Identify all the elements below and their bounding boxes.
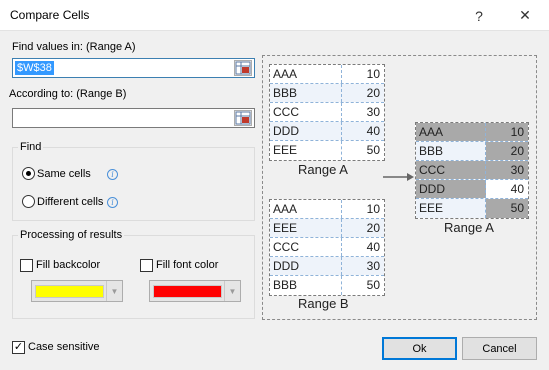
- table-row: BBB 50: [270, 276, 384, 295]
- preview-range-a-table: AAA 10 BBB 20 CCC 30 DDD 40 EEE 50: [269, 64, 385, 161]
- same-cells-radio[interactable]: [22, 167, 36, 181]
- table-row: EEE 50: [416, 199, 528, 218]
- range-b-picker-button[interactable]: [234, 110, 252, 126]
- table-row: EEE 20: [270, 219, 384, 238]
- cell: CCC: [270, 238, 342, 256]
- cell: CCC: [416, 161, 486, 179]
- cell: 30: [342, 257, 384, 275]
- close-icon: ✕: [519, 7, 531, 23]
- cell: 20: [342, 219, 384, 237]
- cell: 40: [342, 122, 384, 140]
- table-row: AAA 10: [270, 65, 384, 84]
- title-bar: Compare Cells ? ✕: [0, 0, 549, 31]
- table-row: DDD 30: [270, 257, 384, 276]
- table-row: AAA 10: [416, 123, 528, 142]
- cell: BBB: [270, 276, 342, 295]
- different-cells-label[interactable]: Different cells: [37, 196, 103, 208]
- cell: DDD: [270, 122, 342, 140]
- help-icon: ?: [475, 7, 483, 24]
- cell: AAA: [270, 65, 342, 83]
- preview-range-a-caption: Range A: [298, 162, 348, 177]
- check-icon: ✓: [13, 341, 24, 353]
- cell: CCC: [270, 103, 342, 121]
- table-row: CCC 30: [416, 161, 528, 180]
- fill-backcolor-checkbox[interactable]: [20, 259, 33, 272]
- table-row: BBB 20: [270, 84, 384, 103]
- cell: 50: [366, 278, 380, 292]
- preview-result-caption: Range A: [444, 220, 494, 235]
- range-picker-icon: [235, 111, 251, 125]
- font-color-picker[interactable]: ▼: [149, 280, 241, 302]
- radio-checked-indicator: [22, 167, 35, 180]
- cell: 20: [486, 142, 528, 160]
- cell: DDD: [270, 257, 342, 275]
- range-a-input[interactable]: $W$38: [12, 58, 255, 78]
- cell: 30: [486, 161, 528, 179]
- case-sensitive-checkbox[interactable]: ✓: [12, 341, 25, 354]
- table-row: DDD 40: [270, 122, 384, 141]
- fill-font-color-label[interactable]: Fill font color: [156, 259, 218, 271]
- cell: EEE: [270, 219, 342, 237]
- arrow-right-icon: [383, 173, 414, 181]
- help-button[interactable]: ?: [456, 0, 502, 31]
- radio-unchecked-indicator: [22, 195, 35, 208]
- chevron-down-icon[interactable]: ▼: [106, 281, 122, 301]
- different-cells-radio[interactable]: [22, 195, 36, 209]
- cell: 40: [366, 240, 380, 254]
- ok-button[interactable]: Ok: [382, 337, 457, 360]
- find-group: [12, 147, 255, 221]
- fill-font-color-checkbox[interactable]: [140, 259, 153, 272]
- processing-group-title: Processing of results: [18, 229, 125, 241]
- cell: 10: [366, 202, 380, 216]
- table-row: BBB 20: [416, 142, 528, 161]
- range-b-label: According to: (Range B): [9, 88, 127, 100]
- cancel-button[interactable]: Cancel: [462, 337, 537, 360]
- cell: 50: [486, 199, 528, 218]
- info-icon[interactable]: i: [107, 169, 118, 180]
- cell: BBB: [270, 84, 342, 102]
- info-icon[interactable]: i: [107, 197, 118, 208]
- range-picker-icon: [235, 61, 251, 75]
- find-group-title: Find: [18, 141, 44, 153]
- cell: 50: [366, 143, 380, 157]
- window-title: Compare Cells: [10, 8, 90, 22]
- table-row: DDD 40: [416, 180, 528, 199]
- range-a-label: Find values in: (Range A): [12, 41, 136, 53]
- preview-result-table: AAA 10 BBB 20 CCC 30 DDD 40 EEE 50: [415, 122, 529, 219]
- cell: 30: [366, 105, 380, 119]
- cell: 10: [486, 123, 528, 141]
- cell: BBB: [416, 142, 486, 160]
- cell: 20: [342, 84, 384, 102]
- case-sensitive-label[interactable]: Case sensitive: [28, 341, 100, 353]
- backcolor-swatch: [35, 285, 104, 298]
- fill-backcolor-label[interactable]: Fill backcolor: [36, 259, 100, 271]
- table-row: AAA 10: [270, 200, 384, 219]
- cell: DDD: [416, 180, 486, 198]
- processing-group: [12, 235, 255, 319]
- chevron-down-icon[interactable]: ▼: [224, 281, 240, 301]
- range-a-picker-button[interactable]: [234, 60, 252, 76]
- table-row: CCC 30: [270, 103, 384, 122]
- preview-range-b-caption: Range B: [298, 296, 349, 311]
- cell: EEE: [270, 141, 342, 160]
- same-cells-label[interactable]: Same cells: [37, 168, 91, 180]
- cell: AAA: [416, 123, 486, 141]
- table-row: EEE 50: [270, 141, 384, 160]
- close-button[interactable]: ✕: [502, 0, 548, 31]
- table-row: CCC 40: [270, 238, 384, 257]
- preview-panel: AAA 10 BBB 20 CCC 30 DDD 40 EEE 50 Range A AA…: [262, 55, 537, 320]
- cell: 10: [366, 67, 380, 81]
- cell: AAA: [270, 200, 342, 218]
- range-b-input[interactable]: [12, 108, 255, 128]
- range-a-value: $W$38: [15, 61, 54, 75]
- cell: 40: [510, 182, 524, 196]
- font-color-swatch: [153, 285, 222, 298]
- preview-range-b-table: AAA 10 EEE 20 CCC 40 DDD 30 BBB 50: [269, 199, 385, 296]
- backcolor-picker[interactable]: ▼: [31, 280, 123, 302]
- cell: EEE: [416, 199, 486, 218]
